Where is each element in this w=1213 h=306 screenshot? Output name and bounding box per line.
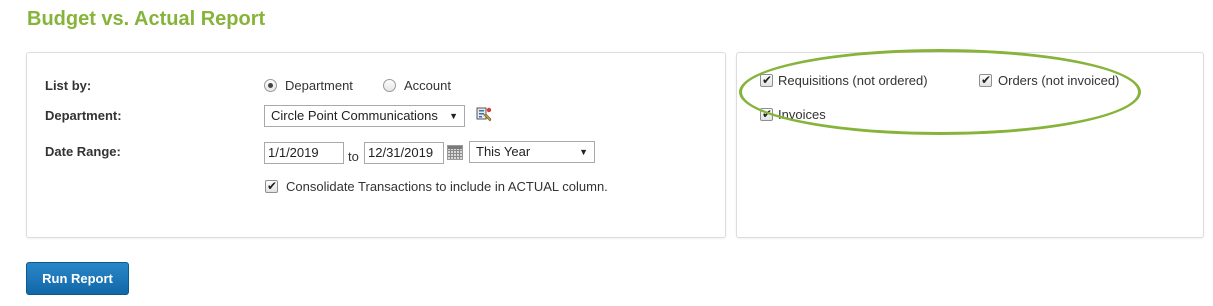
consolidate-checkbox[interactable]: ✔ (265, 179, 278, 193)
radio-account-label[interactable]: Account (404, 78, 451, 93)
department-select[interactable]: Circle Point Communications ▼ (264, 105, 465, 127)
date-from-input[interactable]: 1/1/2019 (264, 142, 344, 164)
chevron-down-icon: ▼ (449, 111, 458, 121)
radio-account[interactable] (383, 79, 396, 92)
radio-department-label[interactable]: Department (285, 78, 353, 93)
checkmark-icon: ✔ (762, 107, 773, 121)
consolidate-label[interactable]: Consolidate Transactions to include in A… (286, 179, 608, 194)
date-preset-value: This Year (476, 144, 531, 159)
date-range-label: Date Range: (45, 144, 121, 159)
radio-department[interactable] (264, 79, 277, 92)
requisitions-label[interactable]: Requisitions (not ordered) (778, 73, 928, 88)
checkmark-icon: ✔ (762, 73, 773, 87)
orders-label[interactable]: Orders (not invoiced) (998, 73, 1119, 88)
orders-checkbox[interactable]: ✔ (979, 73, 992, 87)
checkmark-icon: ✔ (267, 179, 278, 193)
department-label: Department: (45, 108, 122, 123)
list-by-label: List by: (45, 78, 92, 93)
chevron-down-icon: ▼ (579, 147, 588, 157)
requisitions-checkbox[interactable]: ✔ (760, 73, 773, 87)
calendar-icon[interactable] (447, 145, 463, 160)
date-to-label: to (348, 149, 359, 164)
department-select-value: Circle Point Communications (271, 108, 438, 123)
checkmark-icon: ✔ (981, 73, 992, 87)
invoices-label[interactable]: Invoices (778, 107, 826, 122)
date-to-input[interactable]: 12/31/2019 (364, 142, 444, 164)
invoices-checkbox[interactable]: ✔ (760, 107, 773, 121)
department-lookup-icon[interactable] (475, 105, 493, 123)
run-report-button[interactable]: Run Report (26, 262, 129, 295)
page-title: Budget vs. Actual Report (27, 8, 266, 30)
date-preset-select[interactable]: This Year ▼ (469, 141, 595, 163)
